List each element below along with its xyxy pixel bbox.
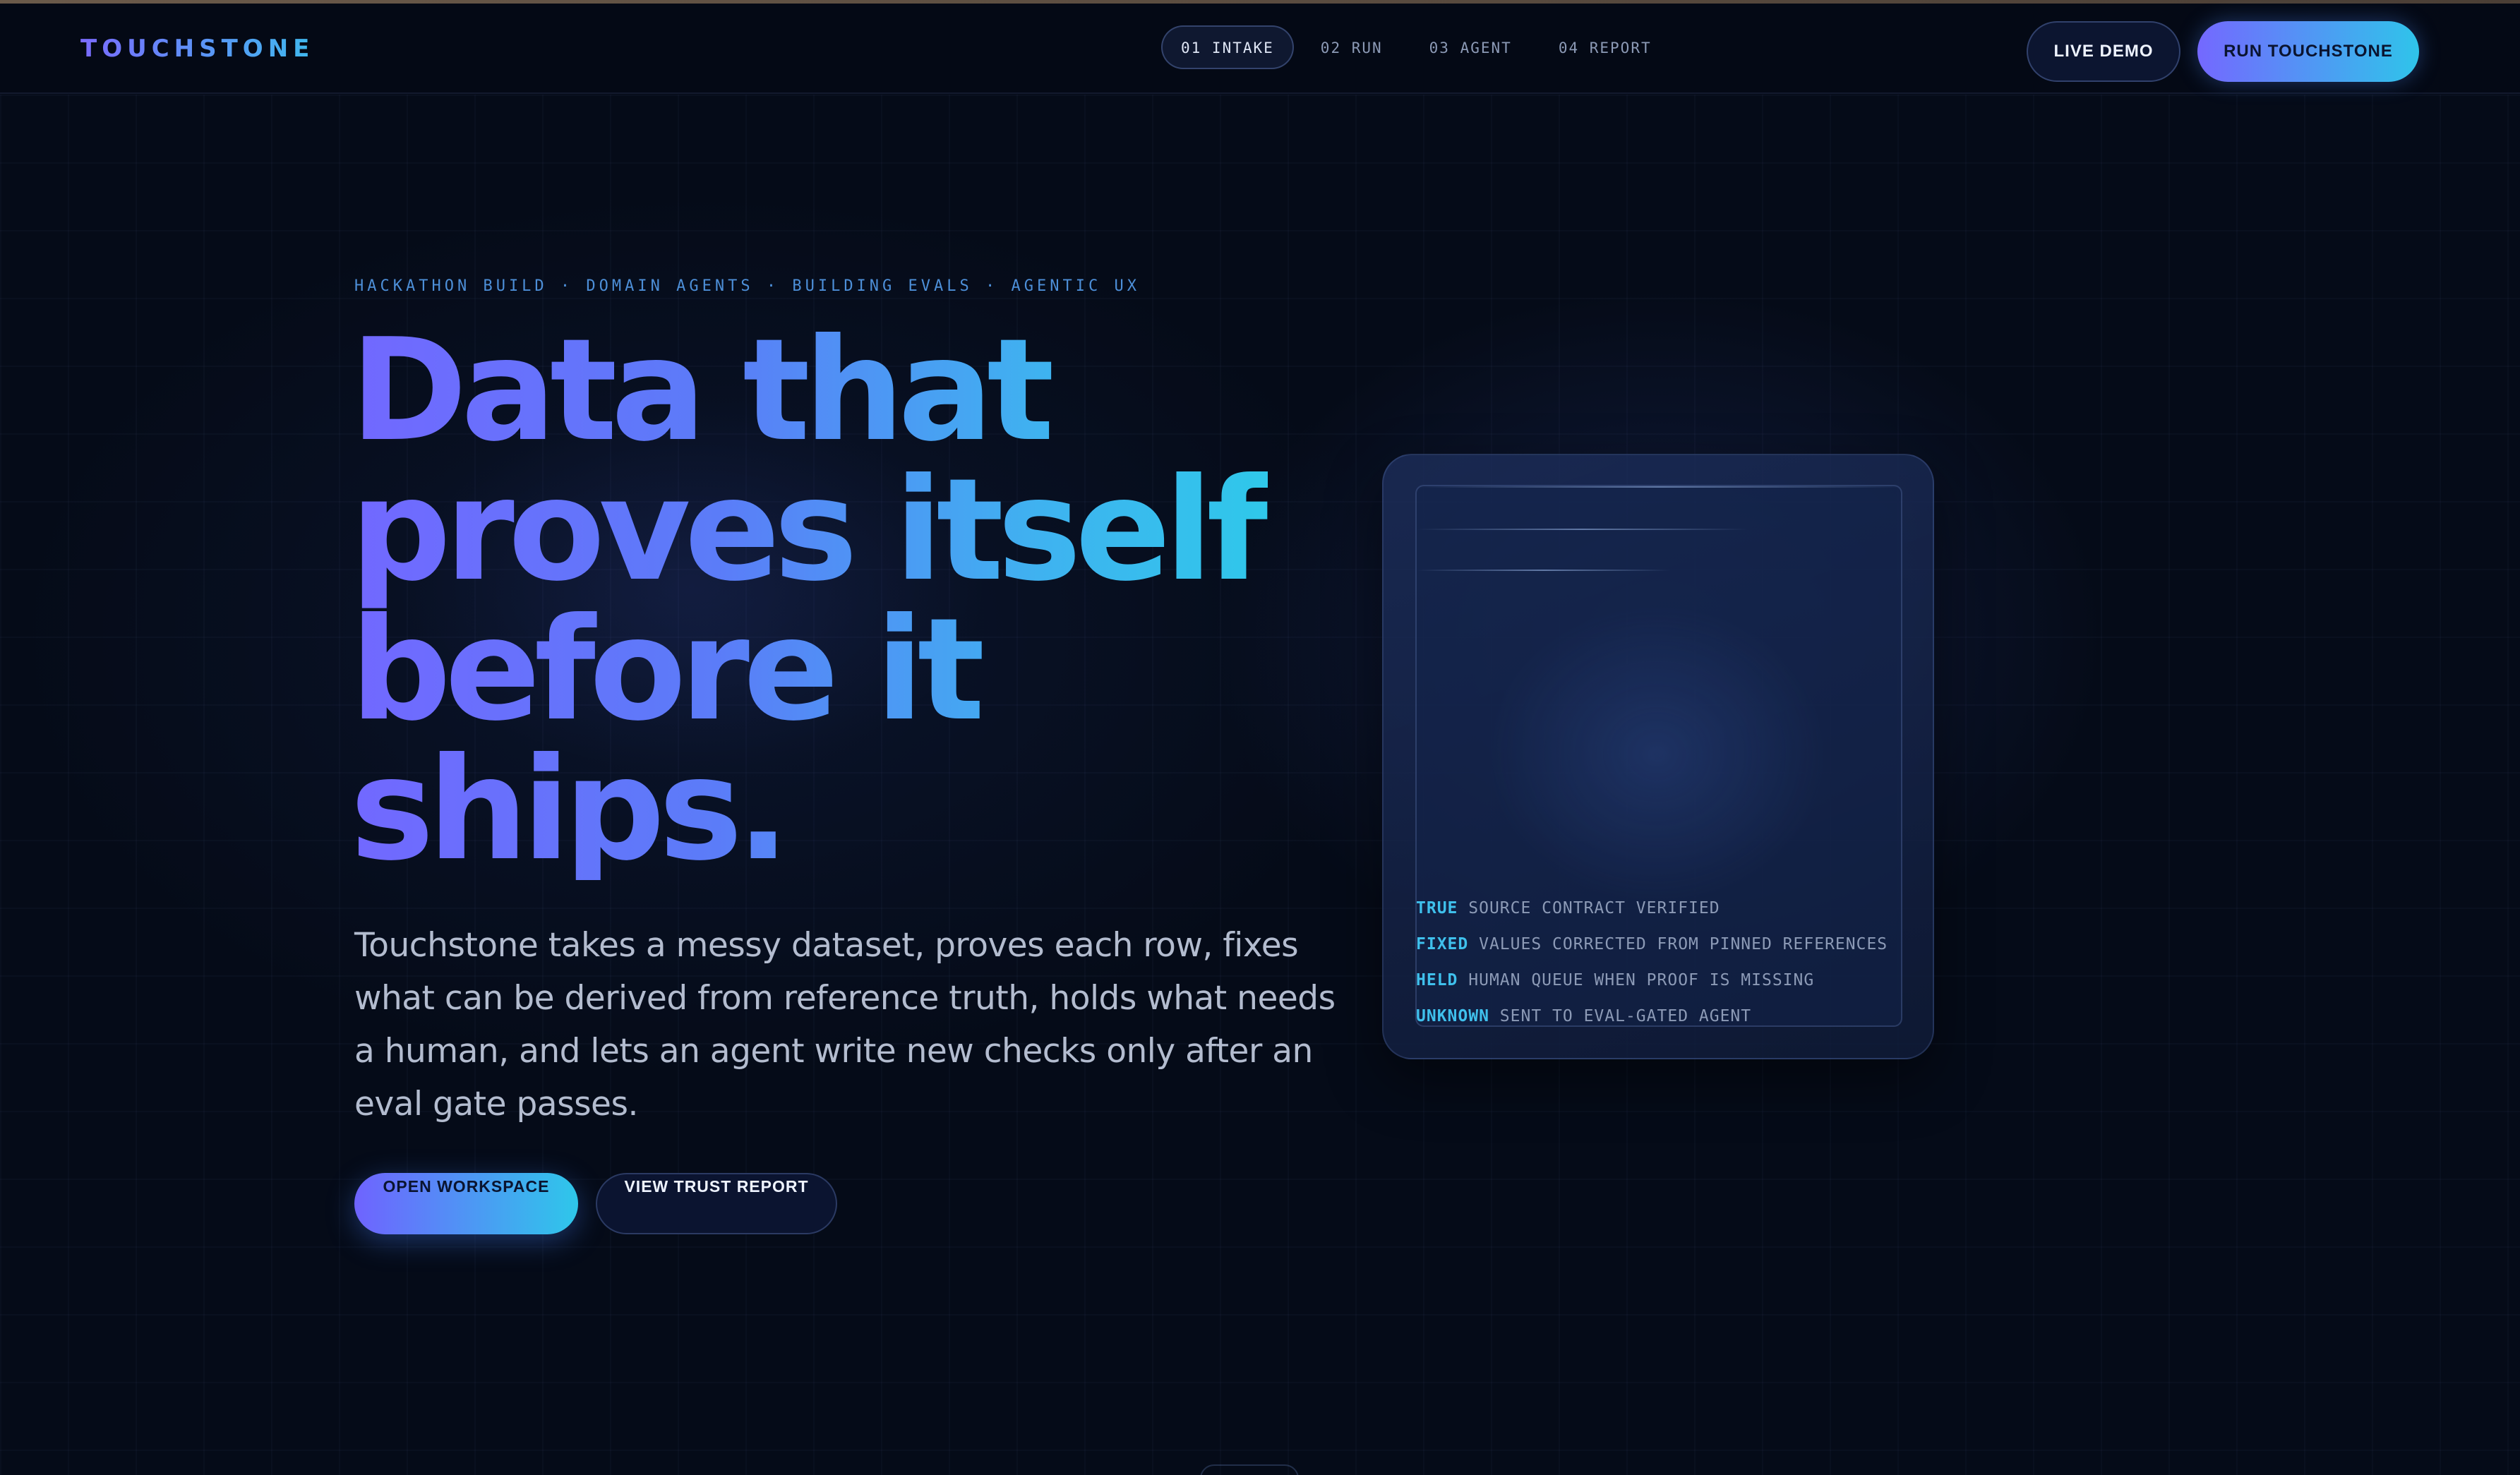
live-demo-button[interactable]: LIVE DEMO — [2027, 21, 2180, 82]
scan-line — [1417, 486, 1901, 488]
legend-tag: TRUE — [1416, 899, 1458, 917]
hero-eyebrow: HACKATHON BUILD · DOMAIN AGENTS · BUILDI… — [354, 277, 1140, 295]
legend-text: HUMAN QUEUE WHEN PROOF IS MISSING — [1468, 971, 1815, 989]
top-nav: TOUCHSTONE 01 INTAKE 02 RUN 03 AGENT 04 … — [0, 4, 2520, 94]
open-workspace-button[interactable]: OPEN WORKSPACE — [354, 1173, 578, 1234]
legend-item-held: HELD HUMAN QUEUE WHEN PROOF IS MISSING — [1416, 963, 1888, 999]
view-trust-report-button[interactable]: VIEW TRUST REPORT — [596, 1173, 837, 1234]
hero-headline: Data that proves itself before it ships. — [350, 308, 1268, 892]
tab-agent[interactable]: 03 AGENT — [1410, 25, 1532, 69]
legend-item-fixed: FIXED VALUES CORRECTED FROM PINNED REFER… — [1416, 927, 1888, 963]
hero-description: Touchstone takes a messy dataset, proves… — [354, 926, 1336, 1124]
brand-logo[interactable]: TOUCHSTONE — [80, 35, 314, 63]
legend-item-true: TRUE SOURCE CONTRACT VERIFIED — [1416, 891, 1888, 927]
headline-line: proves itself — [350, 448, 1268, 613]
headline-line: ships. — [350, 728, 790, 892]
scan-line — [1417, 529, 1748, 530]
step-tabs: 01 INTAKE 02 RUN 03 AGENT 04 REPORT — [1161, 25, 1672, 69]
legend-tag: FIXED — [1416, 935, 1469, 953]
tab-intake[interactable]: 01 INTAKE — [1161, 25, 1294, 69]
legend-tag: UNKNOWN — [1416, 1007, 1489, 1025]
tab-report[interactable]: 04 REPORT — [1539, 25, 1672, 69]
legend-text: SENT TO EVAL-GATED AGENT — [1499, 1007, 1752, 1025]
scan-line — [1417, 570, 1671, 571]
legend-text: VALUES CORRECTED FROM PINNED REFERENCES — [1479, 935, 1888, 953]
legend-text: SOURCE CONTRACT VERIFIED — [1468, 899, 1720, 917]
run-touchstone-button[interactable]: RUN TOUCHSTONE — [2197, 21, 2419, 82]
page: TOUCHSTONE 01 INTAKE 02 RUN 03 AGENT 04 … — [0, 0, 2520, 1475]
tab-run[interactable]: 02 RUN — [1301, 25, 1403, 69]
scroll-indicator[interactable] — [1200, 1464, 1299, 1475]
headline-line: before it — [350, 588, 985, 752]
headline-line: Data that — [350, 308, 1055, 473]
status-legend: TRUE SOURCE CONTRACT VERIFIED FIXED VALU… — [1416, 891, 1888, 1035]
legend-tag: HELD — [1416, 971, 1458, 989]
legend-item-unknown: UNKNOWN SENT TO EVAL-GATED AGENT — [1416, 999, 1888, 1035]
